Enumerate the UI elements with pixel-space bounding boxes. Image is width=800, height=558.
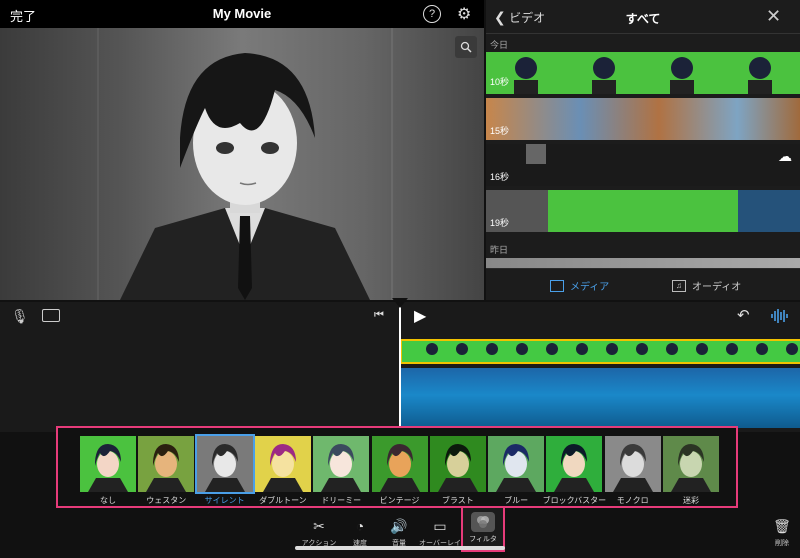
bottom-toolbar: ✂ アクション ◔ 速度 🔊 音量 ▭ オーバーレイ 🗑 削除: [0, 508, 800, 558]
video-preview[interactable]: [0, 28, 484, 300]
delete-tool[interactable]: 🗑 削除: [760, 516, 800, 548]
scissors-icon: ✂: [313, 517, 325, 534]
speedometer-icon: ◔: [355, 518, 365, 534]
filter-preview: [663, 436, 719, 492]
section-yesterday: 昨日: [490, 245, 509, 255]
filter-panel: なし ウェスタン サイレント ダブルトーン ドリーミー ビンテージ ブラスト ブルー ブロックバ…: [56, 426, 738, 508]
camera-icon[interactable]: [42, 309, 60, 322]
filter-option[interactable]: ドリーミー: [313, 436, 370, 506]
section-today: 今日: [490, 40, 509, 50]
microphone-icon[interactable]: 🎙: [11, 308, 29, 325]
viewer-panel: 完了 My Movie ? ⚙: [0, 0, 484, 300]
speed-tool[interactable]: ◔ 速度: [338, 516, 382, 548]
browser-title: すべて: [625, 12, 661, 26]
video-clip-track[interactable]: [400, 339, 800, 364]
playhead-marker: [392, 298, 408, 308]
filter-label: 迷彩: [683, 496, 699, 505]
clip-duration: 16秒: [490, 172, 510, 182]
close-button[interactable]: ✕: [766, 6, 781, 27]
cloud-icon: ☁: [778, 148, 792, 164]
background-clip-track[interactable]: [400, 368, 800, 428]
film-icon: [550, 279, 564, 292]
filter-option[interactable]: ブルー: [488, 436, 545, 506]
filter-option[interactable]: ブロックバスター: [543, 436, 606, 506]
playhead[interactable]: [399, 298, 401, 428]
project-title: My Movie: [212, 6, 272, 21]
trash-icon: 🗑: [773, 517, 791, 534]
media-browser: ❮ ビデオ すべて ✕ 今日 10秒 15秒 ☁ 16秒 19秒 昨日 メディア…: [486, 0, 800, 300]
preview-image: [97, 28, 393, 300]
filter-option[interactable]: ビンテージ: [371, 436, 428, 506]
tab-audio-label: オーディオ: [692, 282, 742, 293]
gear-icon: ⚙: [457, 6, 472, 23]
zoom-button[interactable]: [455, 36, 477, 58]
action-tool[interactable]: ✂ アクション: [297, 516, 341, 548]
delete-label: 削除: [775, 540, 789, 547]
clip-row[interactable]: ☁ 16秒: [486, 144, 800, 186]
filter-option[interactable]: サイレント: [194, 434, 255, 506]
filter-preview: [488, 436, 545, 492]
speaker-icon: 🔊: [390, 517, 408, 534]
filter-preview: [604, 436, 661, 492]
filter-preview: [194, 434, 255, 494]
overlay-icon: ▭: [433, 517, 447, 534]
browser-header: ❮ ビデオ すべて ✕: [486, 0, 800, 34]
filter-preview: [546, 436, 603, 492]
settings-button[interactable]: ⚙: [457, 4, 471, 24]
clip-filmstrip: [426, 343, 798, 355]
viewer-header: 完了 My Movie ? ⚙: [0, 0, 484, 28]
filter-icon: [471, 512, 495, 532]
filter-preview: [313, 436, 370, 492]
play-icon[interactable]: ▶: [414, 306, 426, 326]
close-icon: ✕: [766, 6, 782, 26]
clip-duration: 10秒: [490, 77, 510, 87]
volume-tool[interactable]: 🔊 音量: [377, 516, 421, 548]
filter-label: フィルタ: [469, 536, 497, 543]
home-indicator: [295, 546, 505, 550]
help-button[interactable]: ?: [423, 5, 441, 23]
tab-media[interactable]: メディア: [550, 278, 609, 293]
clip-thumbnail: [514, 57, 772, 94]
undo-icon[interactable]: ↶: [737, 306, 750, 324]
clip-duration: 19秒: [490, 218, 510, 228]
music-note-icon: ♫: [672, 279, 686, 292]
tab-audio[interactable]: ♫ オーディオ: [672, 278, 741, 293]
filter-option[interactable]: ウェスタン: [138, 436, 195, 506]
clip-row[interactable]: 15秒: [486, 98, 800, 140]
filter-preview: [429, 436, 486, 492]
help-icon: ?: [428, 8, 436, 20]
filter-option[interactable]: ブラスト: [429, 436, 486, 506]
filter-preview: [371, 436, 428, 492]
skip-to-start-icon[interactable]: ⏮: [374, 309, 384, 322]
clip-row[interactable]: 19秒: [486, 190, 800, 232]
browser-tabs: メディア ♫ オーディオ: [486, 268, 800, 300]
audio-waveform-icon[interactable]: [770, 308, 790, 324]
clip-row[interactable]: [486, 258, 800, 268]
filter-option[interactable]: なし: [80, 436, 136, 506]
clip-row[interactable]: 10秒: [486, 52, 800, 94]
filter-preview: [80, 436, 136, 492]
zoom-icon: [460, 41, 472, 53]
clip-duration: 15秒: [490, 126, 510, 136]
filter-option[interactable]: ダブルトーン: [254, 436, 311, 506]
filter-preview: [138, 436, 195, 492]
overlay-tool[interactable]: ▭ オーバーレイ: [418, 516, 462, 548]
tab-media-label: メディア: [570, 282, 610, 293]
filter-preview: [254, 436, 311, 492]
filter-option[interactable]: 迷彩: [663, 436, 719, 506]
filter-option[interactable]: モノクロ: [604, 436, 661, 506]
